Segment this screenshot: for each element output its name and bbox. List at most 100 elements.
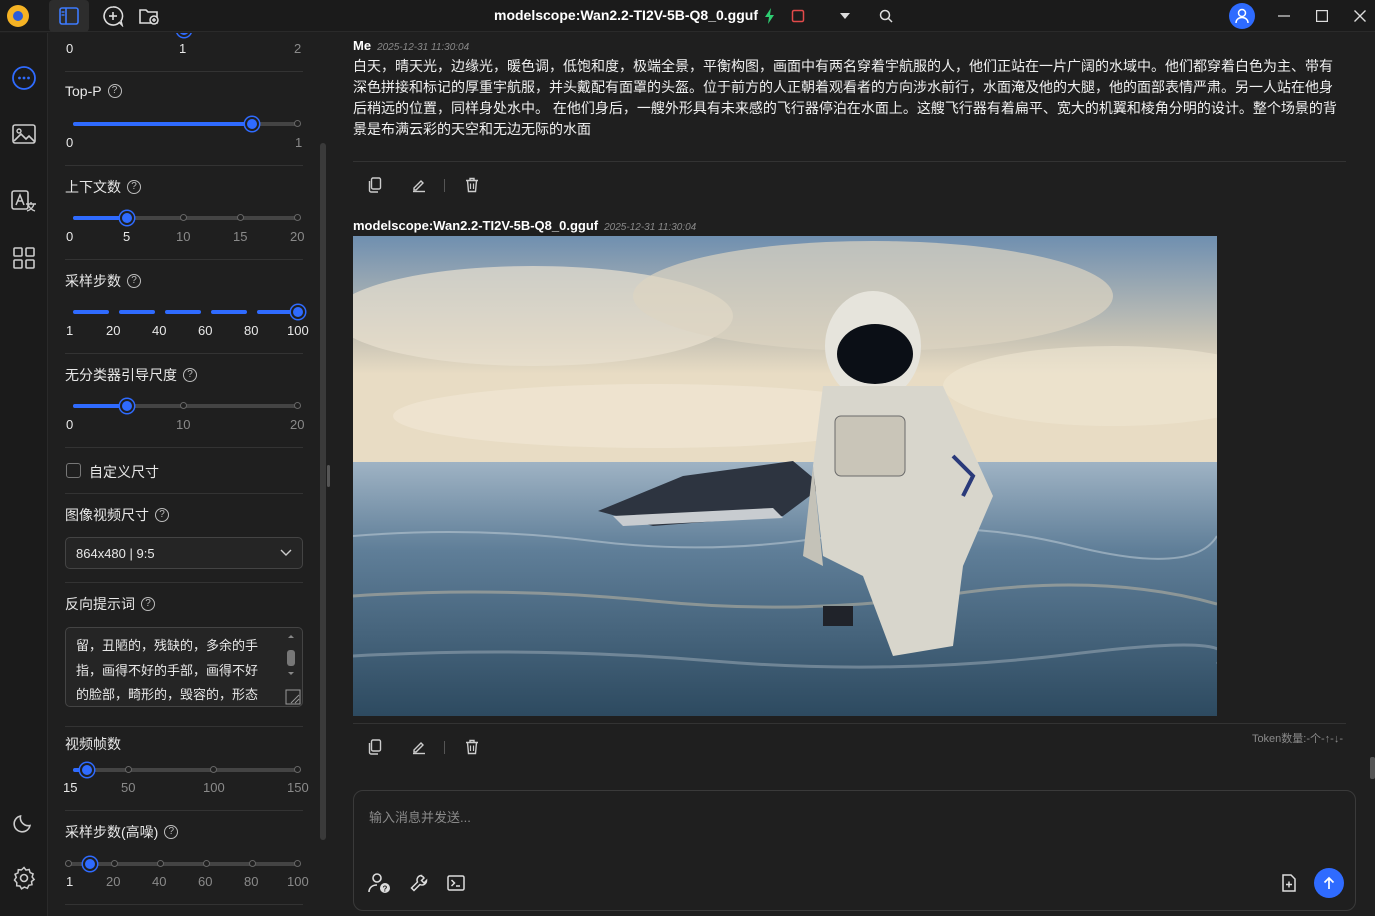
attach-file-icon[interactable] [1275,869,1303,897]
maximize-icon[interactable] [1302,0,1342,32]
negative-prompt-label: 反向提示词 [65,596,135,612]
chat-scrollbar[interactable] [1370,757,1375,779]
help-icon[interactable]: ? [107,84,122,98]
frames-slider[interactable] [73,768,301,772]
help-icon[interactable]: ? [155,508,169,522]
tick-label: 0 [66,135,74,150]
delete-icon[interactable] [458,733,486,761]
apps-icon[interactable] [9,243,39,273]
steps-high-label: 采样步数(高噪) [65,824,159,840]
help-icon[interactable]: ? [164,825,179,839]
generated-video[interactable] [353,236,1217,716]
slider-knob[interactable] [245,117,259,131]
window-title: modelscope:Wan2.2-TI2V-5B-Q8_0.gguf [494,7,758,23]
tick-label: 20 [106,323,121,338]
message-time: 2025-12-31 11:30:04 [604,222,697,233]
negative-prompt-textarea[interactable]: 留，丑陋的，残缺的，多余的手 指，画得不好的手部，画得不好 的脸部，畸形的，毁容… [65,627,303,707]
tick-label: 15 [63,780,78,795]
custom-size-label: 自定义尺寸 [89,464,159,480]
edit-icon[interactable] [405,733,433,761]
tick-label: 100 [287,874,309,889]
tick-label: 0 [66,229,74,244]
send-button[interactable] [1314,868,1344,898]
tick-label: 40 [152,323,167,338]
help-icon[interactable]: ? [127,274,141,288]
tick-label: 5 [123,229,131,244]
user-name: Me [353,38,372,53]
user-help-icon[interactable]: ? [366,869,394,897]
tick-label: 20 [290,417,305,432]
message-input[interactable]: 输入消息并发送... ? [353,790,1356,911]
tick-label: 1 [295,135,303,150]
new-chat-icon[interactable] [93,0,133,32]
edit-icon[interactable] [405,171,433,199]
tick-label: 0 [66,41,74,56]
help-icon[interactable]: ? [183,368,197,382]
textarea-line: 的脸部，畸形的，毁容的，形态 [76,687,259,702]
help-icon[interactable]: ? [127,180,141,194]
terminal-icon[interactable] [442,869,470,897]
tick-label: 150 [287,780,309,795]
close-icon[interactable] [1340,0,1375,32]
copy-icon[interactable] [361,171,389,199]
cfg-label: 无分类器引导尺度 [65,367,177,383]
chat-icon[interactable] [9,63,39,93]
slider-knob[interactable] [120,211,134,225]
slider-knob[interactable] [83,857,97,871]
slider-knob[interactable] [177,33,191,37]
context-label: 上下文数 [65,179,121,195]
sidebar-toggle-icon[interactable] [49,0,89,32]
image-icon[interactable] [9,119,39,149]
settings-panel: 0 1 2 Top-P? 0 1 上下文数? 0 5 10 15 20 采样步数… [49,33,329,916]
steps-label: 采样步数 [65,273,121,289]
tick-label: 20 [290,229,305,244]
search-icon[interactable] [868,0,904,32]
svg-text:?: ? [383,885,388,894]
tick-label: 1 [179,41,187,56]
arrow-up-icon [1323,876,1335,889]
title-bar: modelscope:Wan2.2-TI2V-5B-Q8_0.gguf [0,0,1375,32]
tick-label: 60 [198,874,213,889]
stop-icon[interactable] [780,0,816,32]
tick-label: 2 [294,41,302,56]
user-message-text: 白天，晴天光，边缘光，暖色调，低饱和度，极端全景，平衡构图，画面中有两名穿着宇航… [353,58,1337,137]
new-folder-icon[interactable] [129,0,169,32]
frames-label: 视频帧数 [65,736,121,752]
textarea-line: 指，画得不好的手部，画得不好 [76,662,259,678]
tick-label: 80 [244,874,259,889]
tick-label: 100 [203,780,225,795]
tick-label: 20 [106,874,121,889]
slider-knob[interactable] [80,763,94,777]
minimize-icon[interactable] [1264,0,1304,32]
user-avatar-icon[interactable] [1229,3,1255,29]
tick-label: 1 [66,323,74,338]
gear-icon[interactable] [9,863,39,893]
size-select[interactable]: 864x480 | 9:5 [65,537,303,569]
delete-icon[interactable] [458,171,486,199]
model-name: modelscope:Wan2.2-TI2V-5B-Q8_0.gguf [353,218,599,233]
textarea-line: 留，丑陋的，残缺的，多余的手 [76,638,259,653]
tick-label: 40 [152,874,167,889]
tick-label: 100 [287,323,309,338]
translate-icon[interactable] [9,187,39,217]
steps-high-slider[interactable] [65,862,301,866]
top-p-label: Top-P [65,83,102,99]
tick-label: 60 [198,323,213,338]
moon-icon[interactable] [9,807,39,837]
custom-size-checkbox[interactable] [66,463,81,478]
slider-knob[interactable] [291,305,305,319]
tick-label: 0 [66,417,74,432]
chevron-down-icon[interactable] [827,0,863,32]
message-input-placeholder: 输入消息并发送... [369,810,471,825]
slider-knob[interactable] [120,399,134,413]
help-icon[interactable]: ? [141,597,155,611]
wrench-icon[interactable] [405,869,433,897]
resize-handle-icon[interactable] [285,689,301,705]
tick-label: 50 [121,780,136,795]
icon-rail [0,33,48,916]
size-label: 图像视频尺寸 [65,507,149,523]
chat-area: Me 2025-12-31 11:30:04 白天，晴天光，边缘光，暖色调，低饱和… [330,33,1375,916]
panel-scrollbar[interactable] [320,143,326,840]
message-time: 2025-12-31 11:30:04 [377,42,470,53]
copy-icon[interactable] [361,733,389,761]
